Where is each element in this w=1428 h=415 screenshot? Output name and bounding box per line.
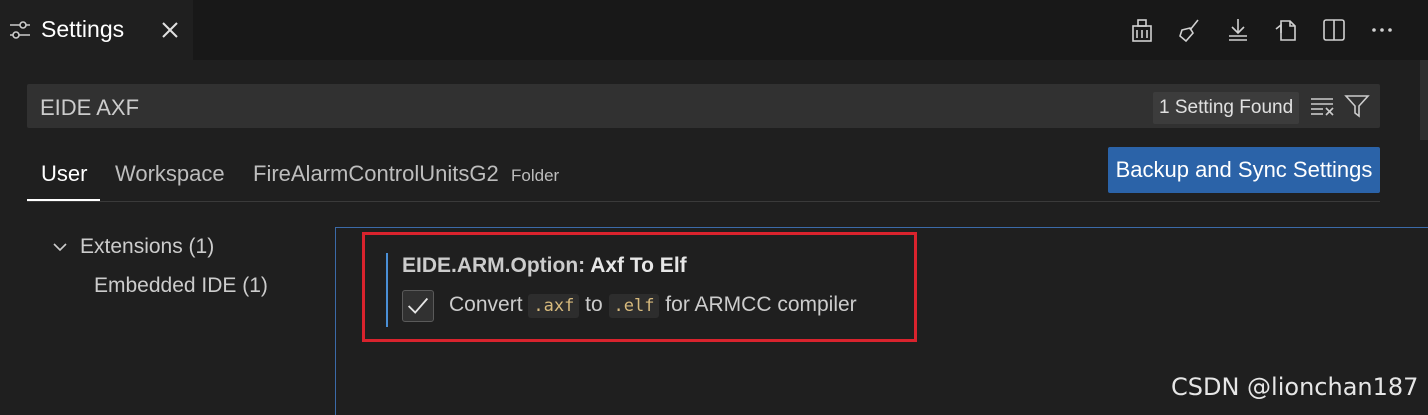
more-actions-icon[interactable] <box>1366 14 1398 46</box>
folder-tag: Folder <box>511 166 560 185</box>
open-json-icon[interactable] <box>1270 14 1302 46</box>
tab-workspace[interactable]: Workspace <box>115 161 225 187</box>
desc-prefix: Convert <box>449 293 529 316</box>
tab-folder[interactable]: FireAlarmControlUnitsG2 <box>253 161 499 187</box>
filter-icon[interactable] <box>1344 94 1370 118</box>
desc-mid: to <box>579 293 609 316</box>
tab-title: Settings <box>41 16 125 42</box>
annotation-highlight-box <box>362 232 917 342</box>
broom-icon[interactable] <box>1174 14 1206 46</box>
tab-user[interactable]: User <box>41 161 87 187</box>
result-count-badge: 1 Setting Found <box>1153 92 1300 124</box>
setting-category: EIDE.ARM.Option: <box>402 254 591 277</box>
toc-extensions[interactable]: Extensions (1) <box>80 235 214 259</box>
active-tab-indicator <box>27 199 100 201</box>
setting-name: Axf To Elf <box>590 254 687 277</box>
download-icon[interactable] <box>1222 14 1254 46</box>
editor-tab-bar: Settings <box>0 0 1428 60</box>
split-editor-icon[interactable] <box>1318 14 1350 46</box>
code-elf: .elf <box>608 294 660 318</box>
settings-search-box[interactable]: EIDE AXF 1 Setting Found <box>27 84 1380 128</box>
checkmark-icon <box>407 297 429 314</box>
clear-filter-icon[interactable] <box>1309 96 1335 116</box>
vertical-scrollbar[interactable] <box>1420 60 1428 140</box>
chevron-down-icon[interactable] <box>51 238 69 256</box>
desc-suffix: for ARMCC compiler <box>659 293 857 316</box>
code-axf: .axf <box>528 294 580 318</box>
search-input[interactable]: EIDE AXF <box>40 95 139 121</box>
setting-description: Convert .axf to .elf for ARMCC compiler <box>449 293 857 318</box>
backup-sync-button[interactable]: Backup and Sync Settings <box>1108 147 1380 193</box>
toc-embedded-ide[interactable]: Embedded IDE (1) <box>94 274 268 298</box>
axf-to-elf-checkbox[interactable] <box>402 290 434 322</box>
setting-focus-bar <box>386 253 388 327</box>
settings-tab[interactable]: Settings <box>0 0 193 60</box>
close-icon[interactable] <box>158 18 182 42</box>
configure-icon[interactable] <box>1126 14 1158 46</box>
watermark: CSDN @lionchan187 <box>1171 373 1419 401</box>
setting-title: EIDE.ARM.Option: Axf To Elf <box>402 254 687 278</box>
settings-sliders-icon <box>10 21 30 39</box>
editor-toolbar <box>1126 14 1398 46</box>
